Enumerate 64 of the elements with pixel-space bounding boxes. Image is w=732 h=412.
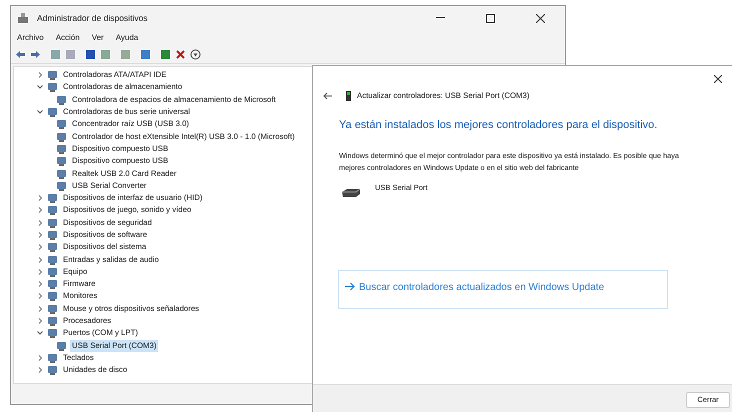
menu-item[interactable]: Archivo xyxy=(17,32,44,44)
arrow-right-icon xyxy=(345,282,355,290)
maximize-icon xyxy=(486,14,494,22)
menu-item[interactable]: Ayuda xyxy=(116,32,138,44)
device-icon xyxy=(56,156,67,166)
chevron-right-icon[interactable] xyxy=(36,243,44,252)
chevron-right-icon[interactable] xyxy=(36,354,44,362)
chevron-right-icon[interactable] xyxy=(36,206,44,214)
usb-device-icon xyxy=(346,91,351,101)
minimize-icon xyxy=(436,17,444,19)
chevron-down-icon[interactable] xyxy=(36,83,44,92)
device-icon xyxy=(47,205,58,216)
chevron-right-icon[interactable] xyxy=(36,280,44,288)
device-icon xyxy=(47,279,58,290)
device-icon xyxy=(47,70,58,80)
back-arrow-icon[interactable] xyxy=(15,49,26,60)
chevron-right-icon[interactable] xyxy=(36,194,44,202)
remove-icon[interactable] xyxy=(175,49,186,60)
device-icon xyxy=(47,352,58,363)
serial-port-icon xyxy=(341,188,361,198)
device-icon xyxy=(47,291,58,302)
device-icon xyxy=(56,340,67,351)
device-manager-icon xyxy=(17,12,29,24)
device-icon xyxy=(56,144,67,154)
forward-arrow-icon[interactable] xyxy=(30,49,41,60)
chevron-right-icon[interactable] xyxy=(36,304,44,313)
window-title: Administrador de dispositivos xyxy=(37,12,148,24)
close-icon xyxy=(536,14,544,22)
back-button[interactable] xyxy=(321,90,333,102)
device-icon xyxy=(56,180,67,191)
menu-item[interactable]: Ver xyxy=(92,32,104,44)
device-icon xyxy=(47,82,58,92)
device-icon xyxy=(56,132,67,142)
device-icon xyxy=(56,168,67,179)
chevron-down-icon[interactable] xyxy=(36,108,44,116)
close-icon xyxy=(714,75,722,83)
chevron-down-icon[interactable] xyxy=(36,329,44,338)
device-icon xyxy=(47,230,58,240)
device-icon xyxy=(47,218,58,228)
device-icon xyxy=(56,94,67,105)
device-icon xyxy=(47,242,58,252)
device-icon xyxy=(47,254,58,265)
chevron-right-icon[interactable] xyxy=(36,366,44,374)
device-icon xyxy=(56,119,67,130)
chevron-right-icon[interactable] xyxy=(36,256,44,264)
chevron-right-icon[interactable] xyxy=(36,317,44,326)
windows-update-link[interactable]: Buscar controladores actualizados en Windows Update xyxy=(338,270,668,308)
device-icon xyxy=(47,107,58,118)
device-icon xyxy=(47,316,58,326)
close-button[interactable] xyxy=(711,72,725,86)
device-icon xyxy=(47,193,58,204)
chevron-right-icon[interactable] xyxy=(36,231,44,239)
device-icon xyxy=(47,365,58,376)
chevron-right-icon[interactable] xyxy=(36,218,44,227)
device-icon xyxy=(47,328,58,338)
menu-item[interactable]: Acción xyxy=(56,32,80,44)
dialog-heading: Ya están instalados los mejores controladores para el dispositivo. xyxy=(339,118,658,133)
download-icon[interactable] xyxy=(190,49,201,60)
back-arrow-icon xyxy=(322,92,332,100)
device-icon xyxy=(47,304,58,314)
device-icon xyxy=(47,266,58,277)
chevron-right-icon[interactable] xyxy=(36,71,44,80)
chevron-right-icon[interactable] xyxy=(36,268,44,276)
chevron-right-icon[interactable] xyxy=(36,292,44,300)
